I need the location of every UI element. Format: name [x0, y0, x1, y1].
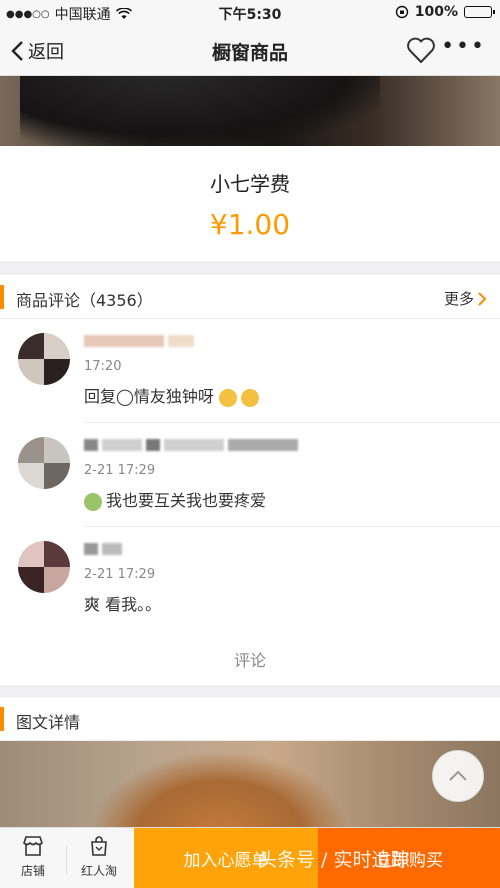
status-bar: ●●●○○ 中国联通 下午5:30 100% [0, 0, 500, 26]
scroll-to-top-button[interactable] [432, 750, 484, 802]
chevron-right-icon [478, 291, 486, 306]
hongrentao-label: 红人淘 [80, 864, 117, 878]
detail-image [0, 741, 500, 827]
shop-label: 店铺 [20, 864, 45, 878]
nav-bar: 返回 橱窗商品 ••• [0, 26, 500, 76]
review-text: 我也要互关我也要疼爱 [84, 487, 266, 511]
heart-icon [407, 37, 435, 63]
bottom-bar: 店铺 红人淘 加入心愿单 立即购买 [0, 827, 500, 888]
more-options-button[interactable]: ••• [441, 34, 486, 59]
review-text-content: 我也要互关我也要疼爱 [106, 491, 267, 510]
buy-now-button[interactable]: 立即购买 [318, 828, 500, 888]
reviewer-name [84, 541, 126, 557]
battery-percent: 100% [414, 4, 458, 20]
section-accent-bar [0, 707, 4, 731]
add-to-wishlist-button[interactable]: 加入心愿单 [134, 828, 318, 888]
avatar [18, 333, 70, 385]
emoji-icon [84, 492, 102, 511]
avatar [18, 541, 70, 593]
chevron-up-icon [449, 770, 467, 781]
review-text: 爽 看我。。 [84, 595, 162, 614]
review-date: 2-21 17:29 [84, 463, 156, 478]
review-item[interactable]: 17:20 回复◯情友独钟呀 [0, 319, 500, 423]
review-date: 2-21 17:29 [84, 567, 156, 582]
review-text-content: 回复◯情友独钟呀 [84, 387, 214, 406]
reviews-title: 商品评论（4356） [16, 291, 153, 310]
reviews-more-link[interactable]: 更多 [444, 288, 486, 309]
battery-icon [464, 6, 495, 18]
product-price: ¥1.00 [209, 208, 291, 241]
shop-tab[interactable]: 店铺 [0, 834, 66, 879]
more-icon: ••• [441, 34, 486, 59]
avatar [18, 437, 70, 489]
product-info: 小七学费 ¥1.00 [0, 146, 500, 261]
more-label: 更多 [443, 290, 474, 308]
reviews-header: 商品评论（4356） 更多 [0, 275, 500, 319]
shop-icon [23, 836, 43, 856]
detail-title: 图文详情 [16, 713, 81, 732]
review-item[interactable]: 2-21 17:29 我也要互关我也要疼爱 [0, 423, 500, 527]
section-accent-bar [0, 285, 4, 309]
review-date: 17:20 [84, 359, 122, 374]
emoji-icon [241, 388, 260, 407]
reviews-section: 商品评论（4356） 更多 17:20 回复◯情友独钟呀 2-21 17:29 … [0, 275, 500, 685]
emoji-icon [219, 388, 238, 407]
bag-icon [91, 836, 107, 856]
reviewer-name [84, 437, 302, 453]
product-name: 小七学费 [210, 172, 290, 196]
product-image [0, 76, 500, 146]
reviewer-name [84, 333, 198, 349]
detail-section-header: 图文详情 [0, 697, 500, 741]
review-text: 回复◯情友独钟呀 [84, 383, 263, 407]
review-item[interactable]: 2-21 17:29 爽 看我。。 [0, 527, 500, 631]
favorite-button[interactable] [406, 36, 436, 68]
status-right: 100% [395, 4, 495, 20]
orientation-lock-icon [395, 5, 408, 19]
hongrentao-tab[interactable]: 红人淘 [66, 834, 132, 879]
comment-button[interactable]: 评论 [0, 647, 500, 671]
